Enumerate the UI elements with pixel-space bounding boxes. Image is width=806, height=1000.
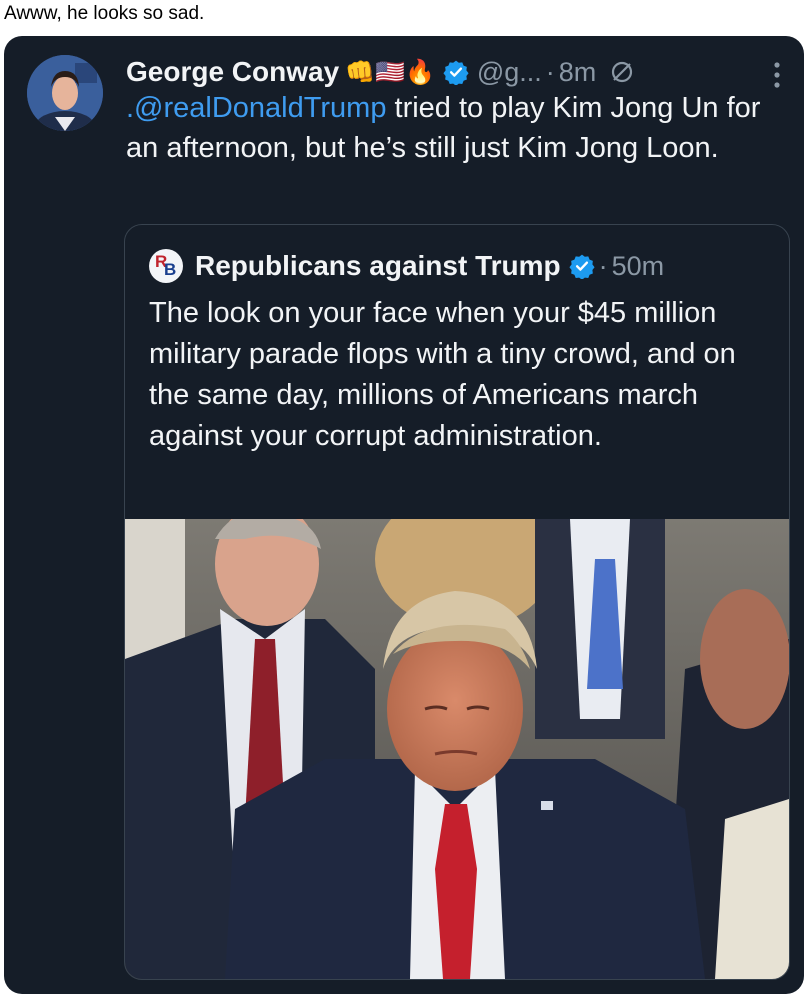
separator-dot: ·: [598, 250, 608, 281]
verified-badge-icon: [443, 60, 469, 85]
avatar[interactable]: [27, 55, 103, 131]
more-icon[interactable]: [772, 60, 782, 90]
caption: Awww, he looks so sad.: [4, 3, 205, 24]
logo-letter-b: B: [164, 260, 177, 279]
no-entry-icon: [612, 61, 633, 83]
author-name[interactable]: George Conway: [126, 56, 339, 88]
quote-author-name[interactable]: Republicans against Trump: [195, 250, 561, 282]
quote-time[interactable]: 50m: [612, 251, 665, 282]
quote-photo[interactable]: [125, 519, 789, 979]
tweet-time[interactable]: 8m: [559, 57, 597, 88]
separator-dot: ·: [545, 56, 555, 87]
author-emojis: 👊🇺🇸🔥: [345, 58, 435, 86]
photo-illustration: [125, 519, 789, 979]
tweet-card[interactable]: George Conway 👊🇺🇸🔥 @g... · 8m .@realDona…: [4, 36, 804, 994]
quote-text: The look on your face when your $45 mill…: [149, 297, 736, 452]
verified-badge-icon: [569, 254, 595, 279]
tweet-header: George Conway 👊🇺🇸🔥 @g... · 8m: [126, 54, 634, 90]
tweet-text: .@realDonaldTrump tried to play Kim Jong…: [126, 88, 786, 168]
quote-header: R B Republicans against Trump · 50m: [149, 247, 664, 285]
author-handle[interactable]: @g...: [477, 57, 542, 88]
mention-link[interactable]: .@realDonaldTrump: [126, 92, 386, 124]
news-logo-icon[interactable]: R B: [149, 249, 183, 283]
quoted-tweet[interactable]: R B Republicans against Trump · 50m The …: [124, 224, 790, 980]
